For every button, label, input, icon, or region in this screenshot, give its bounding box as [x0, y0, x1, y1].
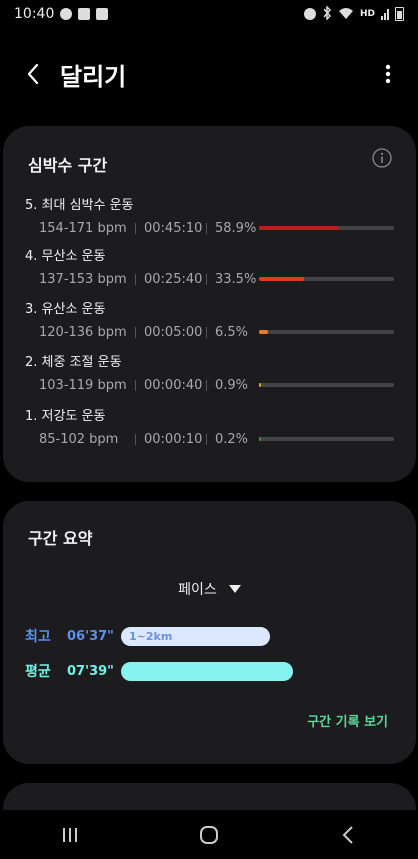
average-pace-row: 평균 07'39" [25, 660, 394, 682]
divider [135, 326, 136, 338]
zone-time: 00:25:40 [144, 271, 203, 287]
hd-indicator: HD [359, 9, 375, 19]
divider [206, 326, 207, 338]
wifi-icon [338, 7, 354, 22]
best-segment-label: 1~2km [129, 629, 173, 643]
card-title: 심박수 구간 [28, 156, 108, 175]
average-pace-value: 07'39" [67, 663, 114, 679]
zone-bpm: 137-153 bpm [39, 271, 127, 287]
zone-progress-fill [259, 383, 261, 387]
divider [135, 433, 136, 445]
signal-icon [381, 8, 389, 20]
zone-progress-fill [259, 330, 268, 334]
info-button[interactable] [372, 148, 392, 168]
divider [206, 433, 207, 445]
nav-back-button[interactable] [318, 815, 378, 855]
battery-icon [395, 7, 404, 21]
back-button[interactable] [8, 50, 58, 98]
card-title: 구간 요약 [28, 529, 93, 548]
average-pace-bar [121, 661, 293, 681]
zone-name: 4. 무산소 운동 [25, 249, 106, 264]
zone-row: 1. 저강도 운동 85-102 bpm 00:00:10 0.2% [25, 405, 394, 455]
status-time: 10:40 [14, 6, 55, 22]
zone-progress-track [259, 437, 394, 441]
zone-time: 00:00:10 [144, 431, 203, 447]
zone-progress-track [259, 277, 394, 281]
notification-icon [96, 8, 109, 20]
app-header: 달리기 [0, 50, 418, 98]
zone-bpm: 103-119 bpm [39, 377, 127, 393]
zone-row: 3. 유산소 운동 120-136 bpm 00:05:00 6.5% [25, 298, 394, 348]
zone-progress-fill [259, 277, 305, 281]
best-pace-value: 06'37" [67, 628, 114, 644]
recent-apps-icon [62, 827, 77, 842]
notification-icon [78, 8, 91, 20]
zone-bpm: 120-136 bpm [39, 324, 127, 340]
page-title: 달리기 [60, 62, 127, 91]
zone-progress-track [259, 226, 394, 230]
metric-dropdown[interactable]: 페이스 [3, 579, 416, 599]
zone-percent: 33.5% [215, 271, 257, 287]
zone-bpm: 154-171 bpm [39, 220, 127, 236]
zone-name: 3. 유산소 운동 [25, 302, 106, 317]
divider [206, 273, 207, 285]
navigation-bar [0, 810, 418, 859]
metric-dropdown-value: 페이스 [178, 582, 217, 598]
divider [135, 273, 136, 285]
zone-row: 5. 최대 심박수 운동 154-171 bpm 00:45:10 58.9% [25, 194, 394, 244]
zone-name: 5. 최대 심박수 운동 [25, 198, 134, 213]
average-pace-label: 평균 [25, 664, 51, 680]
zone-progress-fill [259, 226, 339, 230]
more-options-button[interactable] [376, 54, 400, 94]
notification-icon [60, 8, 73, 20]
back-icon [342, 825, 354, 844]
recent-apps-button[interactable] [40, 815, 100, 855]
heart-rate-zones-card: 심박수 구간 5. 최대 심박수 운동 154-171 bpm 00:45:10… [3, 126, 416, 482]
zone-bpm: 85-102 bpm [39, 431, 119, 447]
status-bar: 10:40 HD [0, 0, 418, 28]
zone-name: 2. 체중 조절 운동 [25, 355, 122, 370]
divider [135, 222, 136, 234]
zone-progress-track [259, 383, 394, 387]
zone-percent: 0.2% [215, 431, 249, 447]
divider [206, 222, 207, 234]
divider [135, 379, 136, 391]
alarm-icon [303, 8, 316, 20]
zone-row: 2. 체중 조절 운동 103-119 bpm 00:00:40 0.9% [25, 351, 394, 401]
zone-time: 00:05:00 [144, 324, 203, 340]
home-button[interactable] [179, 815, 239, 855]
zone-progress-fill [259, 437, 261, 441]
segment-history-link[interactable]: 구간 기록 보기 [307, 711, 388, 730]
zone-percent: 0.9% [215, 377, 249, 393]
more-vertical-icon [385, 64, 391, 84]
segment-summary-card: 구간 요약 페이스 최고 06'37" 1~2km 평균 07'39" 구간 기… [3, 501, 416, 764]
divider [206, 379, 207, 391]
best-pace-row: 최고 06'37" 1~2km [25, 625, 394, 647]
best-pace-label: 최고 [25, 629, 51, 645]
zone-percent: 6.5% [215, 324, 249, 340]
home-icon [199, 825, 218, 844]
zone-time: 00:00:40 [144, 377, 203, 393]
zone-percent: 58.9% [215, 220, 257, 236]
best-pace-bar: 1~2km [121, 626, 270, 646]
zone-row: 4. 무산소 운동 137-153 bpm 00:25:40 33.5% [25, 245, 394, 295]
chevron-left-icon [27, 63, 39, 85]
info-icon [372, 148, 392, 168]
zone-name: 1. 저강도 운동 [25, 409, 106, 424]
zone-progress-track [259, 330, 394, 334]
dropdown-arrow-icon [228, 585, 241, 593]
bluetooth-icon [322, 4, 332, 23]
zone-time: 00:45:10 [144, 220, 203, 236]
